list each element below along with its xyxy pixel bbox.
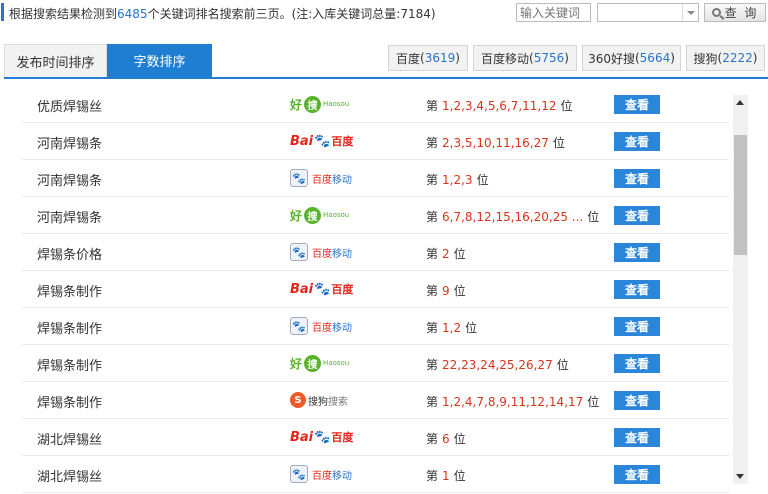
keyword-text: 河南焊锡条 — [37, 211, 103, 226]
table-row: 河南焊锡条 好搜 Haosou 第 6,7,8,12,15,16,20,25 ... 位查… — [22, 197, 729, 234]
summary-prefix: 根据搜索结果检测到 — [9, 7, 118, 21]
haosou-logo-icon: 好搜 Haosou — [290, 206, 350, 224]
table-row: 优质焊锡丝 好搜 Haosou 第 1,2,3,4,5,6,7,11,12 位 查看 — [22, 86, 729, 123]
engine-count: 5756 — [533, 51, 565, 65]
table-row: 焊锡条制作 Bai 🐾 百度 第 9 位 查看 — [22, 271, 729, 308]
engine-logo: Bai 🐾 百度 — [290, 131, 353, 151]
engine-logo: 🐾 百度 移动 — [290, 242, 352, 262]
table-row: 焊锡条制作 🐾 百度 移动 第 1,2 位 查看 — [22, 308, 729, 345]
view-button[interactable]: 查看 — [614, 465, 660, 484]
table-row: 湖北焊锡丝 Bai 🐾 百度 第 6 位 查看 — [22, 419, 729, 456]
engine-logo: 好搜 Haosou — [290, 94, 349, 114]
keyword-text: 湖北焊锡丝 — [37, 433, 103, 448]
table-row: 焊锡条制作 S 搜狗 搜索 第 1,2,4,7,8,9,11,12,14,17 位查看 — [22, 382, 729, 419]
engine-name: 百度 — [396, 51, 421, 66]
baidu-mobile-logo-icon: 🐾 百度 移动 — [290, 317, 352, 335]
haosou-logo-icon: 好搜 Haosou — [290, 354, 350, 372]
engine-select[interactable] — [597, 3, 699, 22]
scroll-thumb[interactable] — [734, 135, 747, 255]
keyword-text: 焊锡条制作 — [37, 322, 103, 337]
table-row: 焊锡条制作 好搜 Haosou 第 22,23,24,25,26,27 位 查看 — [22, 345, 729, 382]
rank-positions: 第6位 — [426, 432, 466, 446]
rank-positions: 第 1,2,3 位 — [426, 173, 489, 187]
engine-logo: S 搜狗 搜索 — [290, 390, 348, 410]
table-row: 河南焊锡条 Bai 🐾 百度 第 2,3,5,10,11,16,27 位 查看 — [22, 123, 729, 160]
view-button[interactable]: 查看 — [614, 280, 660, 299]
keyword-text: 焊锡条制作 — [37, 359, 103, 374]
sogou-logo-icon: S 搜狗 搜索 — [290, 392, 348, 408]
keyword-text: 优质焊锡丝 — [37, 100, 103, 115]
query-button[interactable]: 查 询 — [704, 3, 766, 22]
rank-positions: 第 2,3,5,10,11,16,27 位 — [426, 136, 565, 150]
rank-positions: 第2位 — [426, 247, 466, 261]
rank-positions: 第 22,23,24,25,26,27 位 — [426, 358, 569, 372]
engine-count: 5664 — [639, 51, 671, 65]
accent-bar — [1, 3, 4, 21]
view-button[interactable]: 查看 — [614, 354, 660, 373]
rank-positions: 第1位 — [426, 469, 466, 483]
keyword-text: 焊锡条价格 — [37, 248, 103, 263]
engine-tab-sogou[interactable]: 搜狗(2222) — [686, 45, 765, 71]
baidu-mobile-logo-icon: 🐾 百度 移动 — [290, 169, 352, 187]
view-button[interactable]: 查看 — [614, 132, 660, 151]
tab-publish-time[interactable]: 发布时间排序 — [4, 44, 107, 77]
engine-logo: 🐾 百度 移动 — [290, 168, 352, 188]
search-icon — [711, 8, 721, 17]
engine-count: 2222 — [722, 51, 753, 65]
engine-tab-baidu-mobile[interactable]: 百度移动(5756) — [473, 45, 577, 71]
view-button[interactable]: 查看 — [614, 206, 660, 225]
rank-positions: 第 1,2,4,7,8,9,11,12,14,17 位 — [426, 395, 600, 409]
keyword-text: 焊锡条制作 — [37, 396, 103, 411]
engine-logo: Bai 🐾 百度 — [290, 427, 353, 447]
view-button[interactable]: 查看 — [614, 317, 660, 336]
keyword-search-input[interactable] — [516, 3, 591, 22]
baidu-mobile-logo-icon: 🐾 百度 移动 — [290, 465, 352, 483]
result-summary: 根据搜索结果检测到6485个关键词排名搜索前三页。(注:入库关键词总量:7184… — [9, 5, 436, 22]
scrollbar[interactable] — [733, 95, 748, 484]
engine-logo: 🐾 百度 移动 — [290, 316, 352, 336]
rank-positions: 第 1,2 位 — [426, 321, 478, 335]
query-button-label: 查 询 — [724, 6, 759, 20]
summary-suffix: 个关键词排名搜索前三页。(注:入库关键词总量:7184) — [147, 7, 436, 21]
baidu-logo-icon: Bai 🐾 百度 — [290, 133, 354, 149]
engine-logo: 好搜 Haosou — [290, 353, 349, 373]
engine-count: 3619 — [424, 51, 456, 65]
engine-logo: Bai 🐾 百度 — [290, 279, 353, 299]
tab-word-count[interactable]: 字数排序 — [107, 44, 212, 77]
engine-tab-baidu[interactable]: 百度(3619) — [388, 45, 468, 71]
engine-name: 360好搜 — [588, 51, 635, 66]
baidu-logo-icon: Bai 🐾 百度 — [290, 429, 354, 445]
keyword-count: 6485 — [117, 7, 148, 21]
view-button[interactable]: 查看 — [614, 391, 660, 410]
engine-tab-360[interactable]: 360好搜(5664) — [582, 45, 681, 71]
engine-logo: 🐾 百度 移动 — [290, 464, 352, 484]
top-bar: 根据搜索结果检测到6485个关键词排名搜索前三页。(注:入库关键词总量:7184… — [0, 0, 768, 26]
engine-logo: 好搜 Haosou — [290, 205, 349, 225]
table-row: 湖北焊锡丝 🐾 百度 移动 第 1 位 查看 — [22, 456, 729, 493]
table-row: 焊锡条价格 🐾 百度 移动 第 2 位 查看 — [22, 234, 729, 271]
view-button[interactable]: 查看 — [614, 169, 660, 188]
scroll-up-icon[interactable] — [733, 95, 748, 110]
scroll-down-icon[interactable] — [733, 469, 748, 484]
view-button[interactable]: 查看 — [614, 95, 660, 114]
tab-underline — [4, 77, 768, 79]
keyword-text: 焊锡条制作 — [37, 285, 103, 300]
table-row: 河南焊锡条 🐾 百度 移动 第 1,2,3 位 查看 — [22, 160, 729, 197]
baidu-logo-icon: Bai 🐾 百度 — [290, 281, 354, 297]
haosou-logo-icon: 好搜 Haosou — [290, 95, 350, 113]
chevron-down-icon[interactable] — [682, 4, 698, 21]
keyword-text: 河南焊锡条 — [37, 174, 103, 189]
engine-name: 百度移动 — [481, 51, 530, 66]
baidu-mobile-logo-icon: 🐾 百度 移动 — [290, 243, 352, 261]
rank-positions: 第 1,2,3,4,5,6,7,11,12 位 — [426, 99, 573, 113]
view-button[interactable]: 查看 — [614, 428, 660, 447]
engine-name: 搜狗 — [693, 51, 718, 66]
rank-positions: 第 6,7,8,12,15,16,20,25 ... 位 — [426, 210, 600, 224]
view-button[interactable]: 查看 — [614, 243, 660, 262]
rank-positions: 第9位 — [426, 284, 466, 298]
keyword-text: 湖北焊锡丝 — [37, 470, 103, 485]
keyword-text: 河南焊锡条 — [37, 137, 103, 152]
